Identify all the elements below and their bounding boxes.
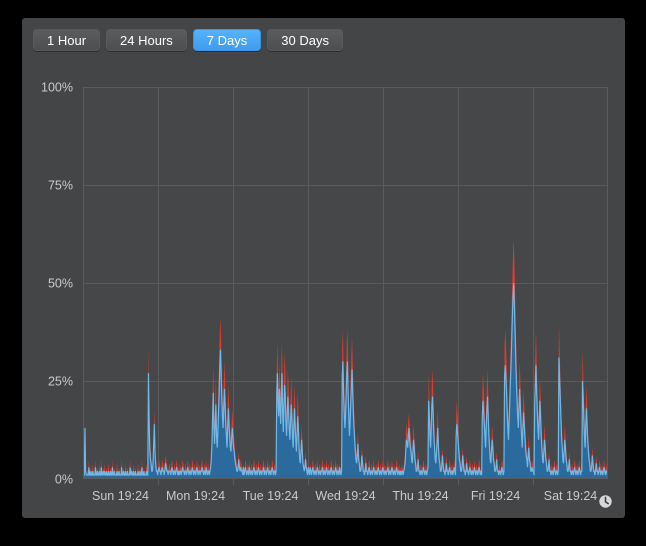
time-range-button-7-days[interactable]: 7 Days	[192, 29, 262, 51]
time-range-button-label: 7 Days	[206, 33, 248, 48]
y-axis-tick-label: 75%	[48, 179, 73, 193]
y-axis-tick-label: 25%	[48, 375, 73, 389]
activity-monitor-cpu-history-panel: 1 Hour 24 Hours 7 Days 30 Days 0% 25% 50% 7…	[22, 18, 625, 518]
time-range-button-1-hour[interactable]: 1 Hour	[33, 29, 101, 51]
chart-canvas: 0% 25% 50% 75% 100% Sun 19:24 Mon 19:24 Tue 19…	[41, 81, 608, 503]
time-range-button-24-hours[interactable]: 24 Hours	[106, 29, 187, 51]
y-axis-tick-label: 0%	[55, 473, 73, 487]
x-axis-tick-label: Thu 19:24	[392, 489, 448, 503]
time-range-button-label: 30 Days	[281, 33, 329, 48]
x-axis-tick-labels: Sun 19:24 Mon 19:24 Tue 19:24 Wed 19:24 Thu …	[92, 489, 597, 503]
x-axis-tick-label: Mon 19:24	[166, 489, 225, 503]
y-axis-tick-labels: 0% 25% 50% 75% 100%	[41, 81, 73, 487]
x-axis-tick-marks	[158, 479, 534, 485]
y-axis-tick-label: 50%	[48, 277, 73, 291]
x-axis-tick-label: Fri 19:24	[471, 489, 520, 503]
clock-icon-glyph	[599, 495, 612, 508]
x-axis-tick-label: Wed 19:24	[315, 489, 375, 503]
time-range-button-label: 24 Hours	[120, 33, 173, 48]
x-axis-tick-label: Tue 19:24	[243, 489, 299, 503]
time-range-button-label: 1 Hour	[47, 33, 87, 48]
clock-icon[interactable]	[598, 494, 613, 509]
time-range-button-30-days[interactable]: 30 Days	[267, 29, 343, 51]
x-axis-tick-label: Sat 19:24	[544, 489, 598, 503]
cpu-history-chart[interactable]: 0% 25% 50% 75% 100% Sun 19:24 Mon 19:24 Tue 19…	[22, 62, 625, 518]
x-axis-tick-label: Sun 19:24	[92, 489, 149, 503]
time-range-segmented-control[interactable]: 1 Hour 24 Hours 7 Days 30 Days	[33, 29, 343, 51]
y-axis-tick-label: 100%	[41, 81, 73, 95]
